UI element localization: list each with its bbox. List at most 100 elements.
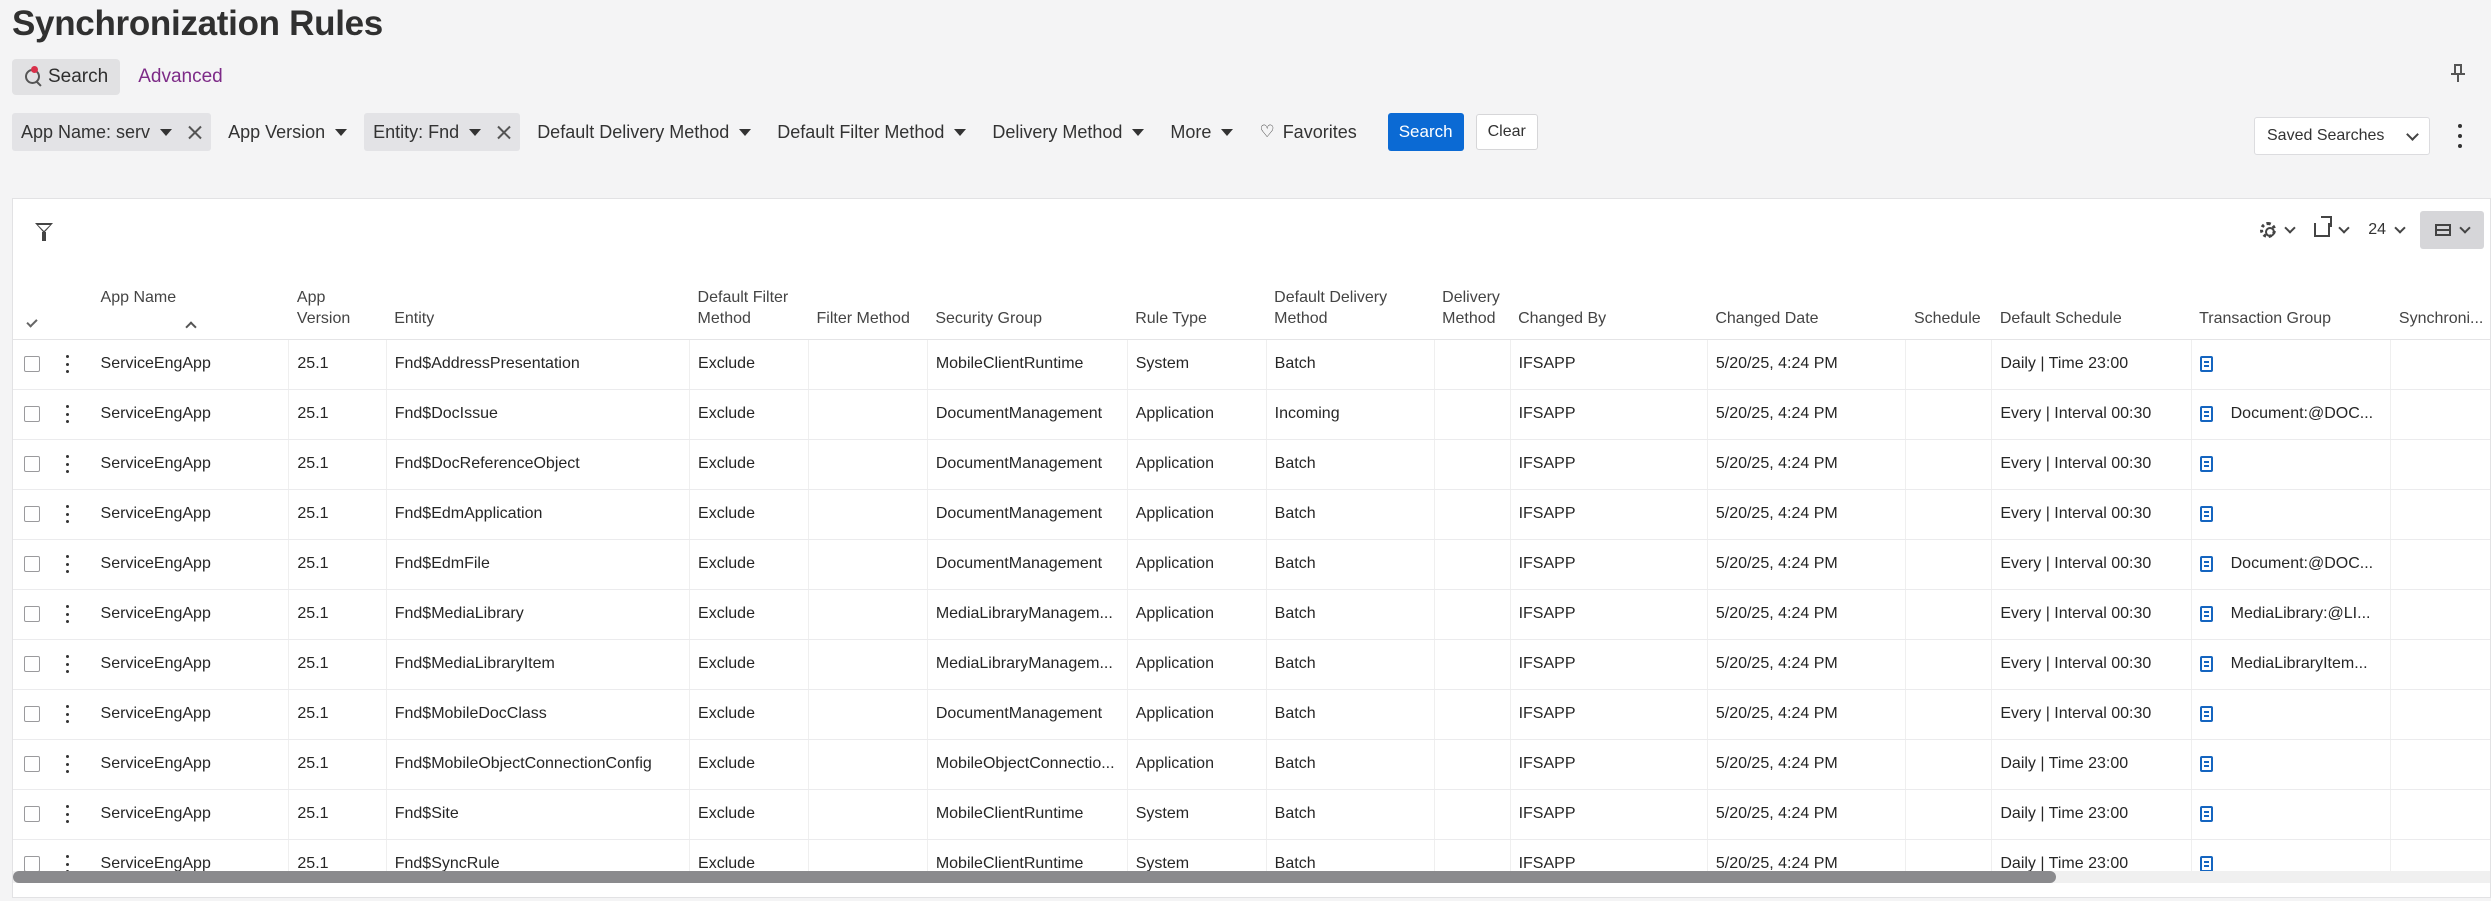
- settings-menu-button[interactable]: [2250, 212, 2304, 248]
- close-icon[interactable]: [188, 125, 202, 139]
- cell-filter-method: [808, 339, 928, 390]
- document-icon[interactable]: [2199, 705, 2213, 722]
- saved-searches-select[interactable]: Saved Searches: [2254, 117, 2430, 155]
- column-header-filter-method[interactable]: Filter Method: [808, 261, 928, 340]
- table-row[interactable]: ServiceEngApp 25.1 Fnd$MediaLibrary Exclude…: [13, 589, 2490, 640]
- row-more-menu-icon[interactable]: [65, 405, 71, 423]
- column-header-entity[interactable]: Entity: [386, 261, 690, 340]
- row-checkbox[interactable]: [24, 456, 40, 472]
- tab-advanced[interactable]: Advanced: [138, 66, 223, 88]
- cell-rule-type: Application: [1127, 639, 1267, 690]
- document-icon[interactable]: [2199, 455, 2213, 472]
- cell-delivery-method: [1434, 339, 1511, 390]
- column-header-default-filter-method[interactable]: Default Filter Method: [689, 261, 809, 340]
- pin-icon[interactable]: [2451, 64, 2465, 82]
- row-more-menu-icon[interactable]: [65, 705, 71, 723]
- row-checkbox[interactable]: [24, 856, 40, 872]
- cell-entity: Fnd$MobileObjectConnectionConfig: [386, 739, 691, 790]
- filter-app-version[interactable]: App Version: [219, 113, 356, 151]
- table-row[interactable]: ServiceEngApp 25.1 Fnd$Site Exclude MobileCl…: [13, 789, 2490, 840]
- column-header-app-name[interactable]: App Name: [92, 261, 289, 340]
- table-row[interactable]: ServiceEngApp 25.1 Fnd$AddressPresentation…: [13, 339, 2490, 390]
- cell-changed-by: IFSAPP: [1510, 739, 1708, 790]
- row-more-menu-icon[interactable]: [65, 555, 71, 573]
- table-row[interactable]: ServiceEngApp 25.1 Fnd$MediaLibraryItem Exc…: [13, 639, 2490, 690]
- table-row[interactable]: ServiceEngApp 25.1 Fnd$MobileDocClass Exclu…: [13, 689, 2490, 740]
- column-header-synchronization[interactable]: Synchroni...: [2390, 261, 2490, 340]
- row-checkbox[interactable]: [24, 356, 40, 372]
- filter-default-filter-method[interactable]: Default Filter Method: [768, 113, 975, 151]
- document-icon[interactable]: [2199, 855, 2213, 872]
- row-more-menu-icon[interactable]: [65, 605, 71, 623]
- row-checkbox[interactable]: [24, 406, 40, 422]
- document-icon[interactable]: [2199, 555, 2213, 572]
- document-icon[interactable]: [2199, 355, 2213, 372]
- row-checkbox[interactable]: [24, 506, 40, 522]
- row-more-menu-icon[interactable]: [65, 755, 71, 773]
- table-row[interactable]: ServiceEngApp 25.1 Fnd$SyncRule Exclude Mobi…: [13, 839, 2490, 873]
- column-header-default-delivery-method[interactable]: Default Delivery Method: [1266, 261, 1435, 340]
- row-checkbox[interactable]: [24, 606, 40, 622]
- document-icon[interactable]: [2199, 655, 2213, 672]
- clear-button[interactable]: Clear: [1475, 114, 1538, 150]
- filter-entity[interactable]: Entity: Fnd: [364, 113, 521, 151]
- document-icon[interactable]: [2199, 805, 2213, 822]
- cell-transaction-group: [2191, 439, 2392, 490]
- row-checkbox[interactable]: [24, 556, 40, 572]
- cell-changed-date: 5/20/25, 4:24 PM: [1707, 489, 1907, 540]
- column-header-delivery-method[interactable]: Delivery Method: [1434, 261, 1511, 340]
- cell-default-schedule: Daily | Time 23:00: [1991, 789, 2192, 840]
- page-more-menu-icon[interactable]: [2457, 124, 2463, 148]
- table-row[interactable]: ServiceEngApp 25.1 Fnd$EdmFile Exclude Docum…: [13, 539, 2490, 590]
- row-more-menu-icon[interactable]: [65, 505, 71, 523]
- cell-default-schedule: Daily | Time 23:00: [1991, 739, 2192, 790]
- saved-searches-label: Saved Searches: [2267, 127, 2385, 144]
- table-row[interactable]: ServiceEngApp 25.1 Fnd$DocIssue Exclude Docu…: [13, 389, 2490, 440]
- table-row[interactable]: ServiceEngApp 25.1 Fnd$MobileObjectConnect…: [13, 739, 2490, 790]
- cell-delivery-method: [1434, 789, 1511, 840]
- row-more-menu-icon[interactable]: [65, 805, 71, 823]
- row-checkbox[interactable]: [24, 706, 40, 722]
- row-more-menu-icon[interactable]: [65, 455, 71, 473]
- column-header-transaction-group[interactable]: Transaction Group: [2191, 261, 2391, 340]
- cell-changed-by: IFSAPP: [1510, 689, 1708, 740]
- column-header-rule-type[interactable]: Rule Type: [1127, 261, 1267, 340]
- scrollbar-thumb[interactable]: [13, 871, 2056, 883]
- table-row[interactable]: ServiceEngApp 25.1 Fnd$EdmApplication Exclu…: [13, 489, 2490, 540]
- close-icon[interactable]: [497, 125, 511, 139]
- row-more-menu-icon[interactable]: [65, 655, 71, 673]
- table-row[interactable]: ServiceEngApp 25.1 Fnd$DocReferenceObject E…: [13, 439, 2490, 490]
- select-all-header[interactable]: [13, 261, 53, 340]
- export-menu-button[interactable]: [2304, 212, 2358, 248]
- document-icon[interactable]: [2199, 605, 2213, 622]
- document-icon[interactable]: [2199, 405, 2213, 422]
- column-header-security-group[interactable]: Security Group: [927, 261, 1128, 340]
- document-icon[interactable]: [2199, 755, 2213, 772]
- cell-synchronization: [2390, 389, 2490, 440]
- page-size-select[interactable]: 24: [2358, 212, 2414, 248]
- filter-more[interactable]: More: [1161, 113, 1242, 151]
- filter-default-delivery-method[interactable]: Default Delivery Method: [528, 113, 760, 151]
- search-button[interactable]: Search: [1387, 113, 1464, 151]
- row-checkbox[interactable]: [24, 756, 40, 772]
- column-header-changed-by[interactable]: Changed By: [1510, 261, 1708, 340]
- filter-app-name[interactable]: App Name: serv: [12, 113, 212, 151]
- row-checkbox[interactable]: [24, 656, 40, 672]
- cell-changed-date: 5/20/25, 4:24 PM: [1707, 439, 1907, 490]
- filter-delivery-method[interactable]: Delivery Method: [983, 113, 1153, 151]
- column-header-default-schedule[interactable]: Default Schedule: [1991, 261, 2192, 340]
- document-icon[interactable]: [2199, 505, 2213, 522]
- cell-default-schedule: Every | Interval 00:30: [1991, 539, 2192, 590]
- cell-transaction-group: MediaLibrary:@LI...: [2191, 589, 2392, 640]
- column-header-app-version[interactable]: App Version: [288, 261, 387, 340]
- view-mode-button[interactable]: [2420, 211, 2484, 249]
- tab-search[interactable]: Search: [12, 59, 121, 95]
- cell-app-version: 25.1: [288, 539, 387, 590]
- row-checkbox[interactable]: [24, 806, 40, 822]
- column-header-schedule[interactable]: Schedule: [1905, 261, 1992, 340]
- search-icon: [24, 66, 42, 87]
- row-more-menu-icon[interactable]: [65, 355, 71, 373]
- horizontal-scrollbar[interactable]: [13, 871, 2490, 883]
- column-header-changed-date[interactable]: Changed Date: [1707, 261, 1906, 340]
- favorites-button[interactable]: ♡ Favorites: [1250, 113, 1365, 151]
